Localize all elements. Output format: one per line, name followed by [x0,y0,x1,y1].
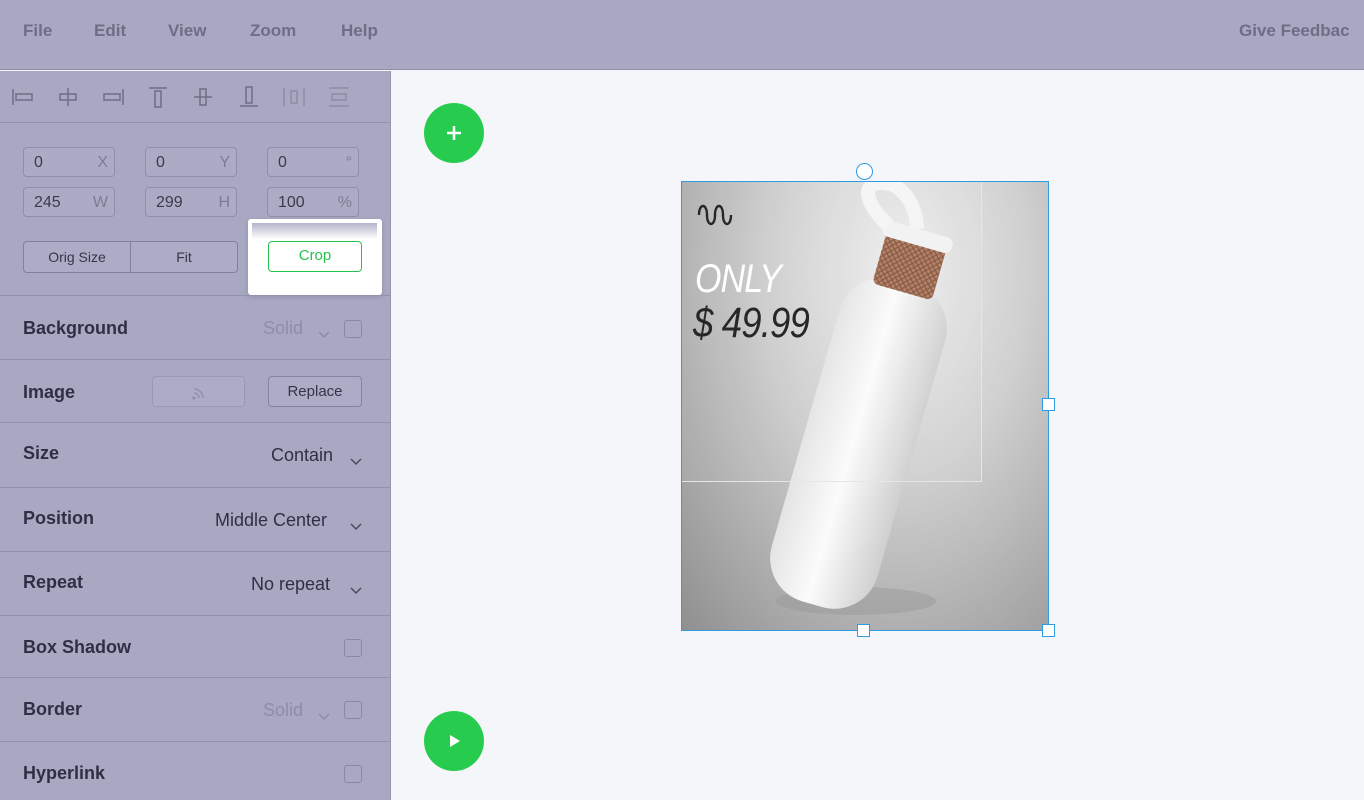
chevron-down-icon[interactable] [318,326,330,339]
border-label: Border [23,699,83,719]
size-label: Size [23,443,60,463]
position-label: Position [23,508,94,528]
width-value: 245 [34,194,61,211]
position-select[interactable]: Middle Center [215,510,327,531]
image-label: Image [23,382,76,402]
alignment-toolbar [0,71,391,123]
menu-zoom[interactable]: Zoom [250,21,296,41]
image-source-button[interactable] [152,376,245,407]
size-section: Size Contain [0,422,391,487]
height-unit-label: H [218,194,230,211]
rotation-unit-label: ° [345,154,352,171]
rotation-value: 0 [278,154,287,171]
orig-size-button[interactable]: Orig Size [23,241,131,273]
x-value: 0 [34,154,43,171]
size-select[interactable]: Contain [271,445,333,466]
align-bottom-icon[interactable] [236,85,262,109]
play-icon [450,735,460,747]
scale-value: 100 [278,194,305,211]
align-middle-vertical-icon[interactable] [190,85,216,109]
resize-handle-right[interactable] [1042,398,1055,411]
menu-bar: File Edit View Zoom Help Give Feedbac [0,0,1364,70]
repeat-label: Repeat [23,572,84,592]
background-label: Background [23,318,129,338]
replace-button[interactable]: Replace [268,376,362,407]
chevron-down-icon[interactable] [350,518,362,531]
scale-field[interactable]: 100 % [267,187,359,217]
rotation-field[interactable]: 0 ° [267,147,359,177]
scale-unit-label: % [337,194,352,211]
y-position-field[interactable]: 0 Y [145,147,237,177]
menu-edit[interactable]: Edit [94,21,126,41]
border-type-select[interactable]: Solid [263,700,303,721]
chevron-down-icon[interactable] [350,453,362,466]
box-shadow-section: Box Shadow [0,615,391,677]
y-value: 0 [156,154,165,171]
repeat-select[interactable]: No repeat [251,574,330,595]
crop-popup-shade [252,223,377,239]
menu-help[interactable]: Help [341,21,378,41]
align-left-icon[interactable] [10,85,36,109]
width-unit-label: W [92,194,108,211]
crop-button[interactable]: Crop [268,241,362,272]
x-unit-label: X [97,154,108,171]
menu-view[interactable]: View [168,21,206,41]
align-right-icon[interactable] [100,85,126,109]
distribute-vertical-icon[interactable] [326,85,352,109]
hyperlink-label: Hyperlink [23,763,106,783]
crop-popup: Crop [248,219,382,295]
menu-file[interactable]: File [23,21,52,41]
properties-panel: 0 X 0 Y 0 ° 245 W 299 H 100 % Orig Size … [0,71,391,800]
box-shadow-label: Box Shadow [23,637,132,657]
fit-button[interactable]: Fit [130,241,238,273]
height-field[interactable]: 299 H [145,187,237,217]
align-center-horizontal-icon[interactable] [55,85,81,109]
background-checkbox[interactable] [344,320,362,338]
y-unit-label: Y [219,154,230,171]
background-type-select[interactable]: Solid [263,318,303,339]
box-shadow-checkbox[interactable] [344,639,362,657]
rss-icon [192,388,204,400]
selection-frame [681,181,1049,631]
hyperlink-checkbox[interactable] [344,765,362,783]
chevron-down-icon[interactable] [350,582,362,595]
resize-handle-bottom-right[interactable] [1042,624,1055,637]
position-section: Position Middle Center [0,487,391,551]
add-element-button[interactable] [424,103,484,163]
width-field[interactable]: 245 W [23,187,115,217]
repeat-section: Repeat No repeat [0,551,391,615]
background-section: Background Solid [0,295,391,359]
image-section: Image Replace [0,359,391,422]
x-position-field[interactable]: 0 X [23,147,115,177]
distribute-horizontal-icon[interactable] [281,85,307,109]
border-checkbox[interactable] [344,701,362,719]
give-feedback-link[interactable]: Give Feedbac [1239,21,1350,41]
align-top-icon[interactable] [145,85,171,109]
chevron-down-icon[interactable] [318,708,330,721]
play-preview-button[interactable] [424,711,484,771]
border-section: Border Solid [0,677,391,741]
plus-icon [447,126,461,140]
hyperlink-section: Hyperlink [0,741,391,800]
resize-handle-bottom[interactable] [857,624,870,637]
height-value: 299 [156,194,183,211]
rotate-handle[interactable] [856,163,873,180]
